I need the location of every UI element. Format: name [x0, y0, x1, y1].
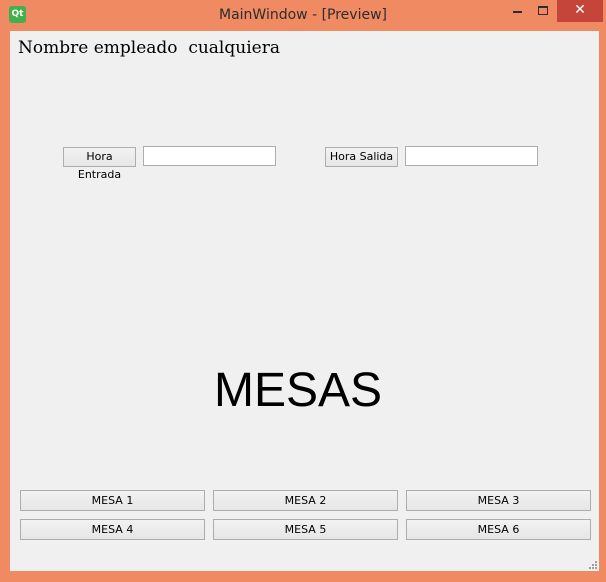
main-window: Qt MainWindow - [Preview] ✕ Nombre emple…: [0, 0, 606, 582]
close-icon: ✕: [574, 2, 586, 18]
hora-salida-button[interactable]: Hora Salida: [325, 147, 398, 167]
close-button[interactable]: ✕: [557, 0, 603, 22]
mesa-3-button[interactable]: MESA 3: [406, 490, 591, 511]
maximize-button[interactable]: [530, 0, 556, 22]
mesa-4-button[interactable]: MESA 4: [20, 519, 205, 540]
title-bar[interactable]: Qt MainWindow - [Preview] ✕: [0, 0, 606, 30]
hora-entrada-button[interactable]: Hora Entrada: [63, 147, 136, 181]
employee-name-label: Nombre empleado cualquiera: [18, 38, 280, 58]
minimize-button[interactable]: [504, 0, 530, 22]
mesa-6-button[interactable]: MESA 6: [406, 519, 591, 540]
mesa-1-button[interactable]: MESA 1: [20, 490, 205, 511]
mesa-2-button[interactable]: MESA 2: [213, 490, 398, 511]
mesa-5-button[interactable]: MESA 5: [213, 519, 398, 540]
hora-entrada-input[interactable]: [143, 146, 276, 166]
resize-grip-icon[interactable]: [589, 561, 597, 569]
central-widget: Nombre empleado cualquiera Hora Entrada …: [10, 31, 599, 571]
maximize-icon: [538, 6, 548, 15]
mesas-heading: MESAS: [213, 364, 383, 417]
minimize-icon: [513, 11, 522, 13]
hora-salida-input[interactable]: [405, 146, 538, 166]
